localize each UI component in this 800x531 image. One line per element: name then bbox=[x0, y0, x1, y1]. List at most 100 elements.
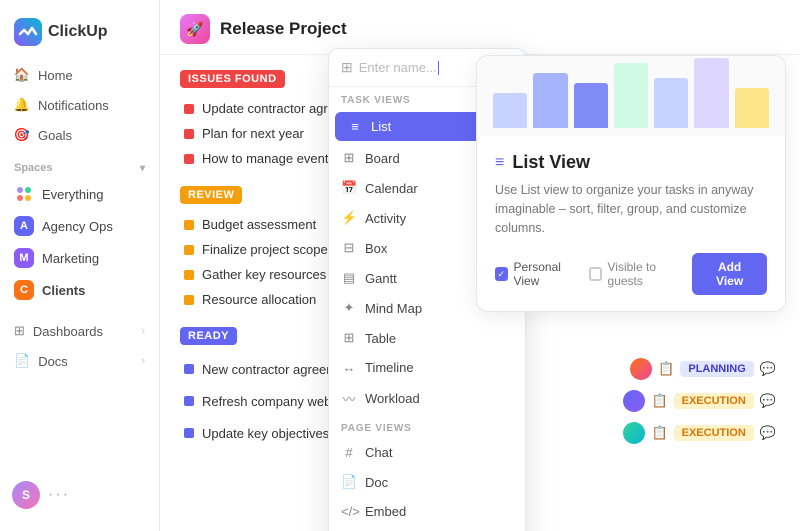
task-text: Gather key resources bbox=[202, 267, 326, 282]
task-status-dot bbox=[184, 295, 194, 305]
task-text: Resource allocation bbox=[202, 292, 316, 307]
view-activity-label: Activity bbox=[365, 211, 406, 226]
task-status-dot bbox=[184, 428, 194, 438]
sidebar-item-agency-ops[interactable]: A Agency Ops bbox=[6, 210, 153, 242]
logo[interactable]: ClickUp bbox=[0, 12, 159, 60]
everything-label: Everything bbox=[42, 187, 103, 202]
project-icon: 🚀 bbox=[180, 14, 210, 44]
sidebar-item-dashboards[interactable]: ⊞ Dashboards › bbox=[6, 316, 153, 346]
sidebar-item-home[interactable]: 🏠 Home bbox=[6, 60, 153, 90]
docs-icon: 📄 bbox=[14, 353, 30, 369]
view-calendar[interactable]: 📅 Calendar bbox=[329, 173, 525, 203]
sidebar-item-marketing[interactable]: M Marketing bbox=[6, 242, 153, 274]
comment-icon: 💬 bbox=[760, 361, 776, 377]
gantt-icon: ▤ bbox=[341, 270, 357, 286]
marketing-label: Marketing bbox=[42, 251, 99, 266]
view-box[interactable]: ⊟ Box bbox=[329, 233, 525, 263]
view-box-label: Box bbox=[365, 241, 387, 256]
everything-icon bbox=[14, 184, 34, 204]
sidebar-item-notifications[interactable]: 🔔 Notifications bbox=[6, 90, 153, 120]
comment-icon: 💬 bbox=[760, 425, 776, 441]
chat-icon: # bbox=[341, 445, 357, 460]
calendar-view-icon: 📅 bbox=[341, 180, 357, 196]
sidebar-item-clients[interactable]: C Clients bbox=[6, 274, 153, 306]
view-doc[interactable]: 📄 Doc bbox=[329, 467, 525, 497]
clients-label: Clients bbox=[42, 283, 85, 298]
task-text: Update contractor agr... bbox=[202, 101, 338, 116]
task-status-dot bbox=[184, 129, 194, 139]
list-icon: ≡ bbox=[347, 119, 363, 134]
view-doc-label: Doc bbox=[365, 475, 388, 490]
view-list[interactable]: ≡ List bbox=[335, 112, 519, 141]
dashboards-icon: ⊞ bbox=[14, 323, 25, 339]
task-status-dot bbox=[184, 270, 194, 280]
dropdown-search-row: ⊞ Enter name... bbox=[329, 49, 525, 87]
view-chat[interactable]: # Chat bbox=[329, 438, 525, 467]
view-workload[interactable]: 〰 Workload bbox=[329, 382, 525, 415]
sidebar-item-home-label: Home bbox=[38, 68, 73, 83]
sidebar-item-notifications-label: Notifications bbox=[38, 98, 109, 113]
view-table-label: Table bbox=[365, 331, 396, 346]
sidebar-footer: S ··· bbox=[0, 471, 159, 519]
view-workload-label: Workload bbox=[365, 391, 420, 406]
chevron-right-icon: › bbox=[141, 325, 145, 337]
task-text: Update key objectives bbox=[202, 426, 329, 441]
task-text: Budget assessment bbox=[202, 217, 316, 232]
embed-icon: </> bbox=[341, 504, 357, 519]
view-activity[interactable]: ⚡ Activity bbox=[329, 203, 525, 233]
spaces-section-header: Spaces ▾ bbox=[0, 150, 159, 178]
task-status-dot bbox=[184, 396, 194, 406]
comment-icon: 💬 bbox=[760, 393, 776, 409]
calendar-icon: 📋 bbox=[658, 361, 674, 377]
sidebar-bottom-nav: ⊞ Dashboards › 📄 Docs › bbox=[0, 316, 159, 376]
view-board[interactable]: ⊞ Board bbox=[329, 143, 525, 173]
main-header: 🚀 Release Project bbox=[160, 0, 800, 55]
spaces-nav: Everything A Agency Ops M Marketing C Cl… bbox=[0, 178, 159, 306]
task-status-dot bbox=[184, 245, 194, 255]
task-status-dot bbox=[184, 154, 194, 164]
board-icon: ⊞ bbox=[341, 150, 357, 166]
view-picker-dropdown[interactable]: ⊞ Enter name... TASK VIEWS ≡ List ⊞ Boar… bbox=[328, 48, 526, 531]
view-calendar-label: Calendar bbox=[365, 181, 418, 196]
agency-ops-label: Agency Ops bbox=[42, 219, 113, 234]
chevron-right-icon-2: › bbox=[141, 355, 145, 367]
sidebar-item-docs[interactable]: 📄 Docs › bbox=[6, 346, 153, 376]
task-views-label: TASK VIEWS bbox=[329, 87, 525, 110]
task-status-dot bbox=[184, 104, 194, 114]
sidebar: ClickUp 🏠 Home 🔔 Notifications 🎯 Goals S… bbox=[0, 0, 160, 531]
sidebar-nav: 🏠 Home 🔔 Notifications 🎯 Goals bbox=[0, 60, 159, 150]
activity-icon: ⚡ bbox=[341, 210, 357, 226]
app-title: ClickUp bbox=[48, 23, 108, 41]
sidebar-item-goals[interactable]: 🎯 Goals bbox=[6, 120, 153, 150]
box-icon: ⊟ bbox=[341, 240, 357, 256]
footer-more-icon[interactable]: ··· bbox=[48, 486, 70, 504]
view-timeline[interactable]: ↔ Timeline bbox=[329, 353, 525, 382]
view-table[interactable]: ⊞ Table bbox=[329, 323, 525, 353]
view-timeline-label: Timeline bbox=[365, 360, 414, 375]
main-content: 🚀 Release Project ISSUES FOUND Update co… bbox=[160, 0, 800, 531]
project-title: Release Project bbox=[220, 19, 347, 39]
dropdown-search-placeholder: Enter name... bbox=[359, 60, 513, 76]
task-status-dot bbox=[184, 220, 194, 230]
clickup-logo-icon bbox=[14, 18, 42, 46]
view-form[interactable]: ✎ Form bbox=[329, 526, 525, 531]
view-chat-label: Chat bbox=[365, 445, 392, 460]
assignee-avatar bbox=[630, 358, 652, 380]
section-ready-header: READY bbox=[180, 327, 237, 345]
clients-avatar: C bbox=[14, 280, 34, 300]
task-badge: EXECUTION bbox=[674, 393, 754, 409]
task-meta: 📋 PLANNING 💬 bbox=[630, 358, 776, 380]
view-gantt[interactable]: ▤ Gantt bbox=[329, 263, 525, 293]
view-board-label: Board bbox=[365, 151, 400, 166]
view-gantt-label: Gantt bbox=[365, 271, 397, 286]
task-status-dot bbox=[184, 364, 194, 374]
user-avatar[interactable]: S bbox=[12, 481, 40, 509]
task-badge: PLANNING bbox=[680, 361, 753, 377]
mindmap-icon: ✦ bbox=[341, 300, 357, 316]
grid-icon: ⊞ bbox=[341, 59, 353, 76]
view-mindmap[interactable]: ✦ Mind Map bbox=[329, 293, 525, 323]
view-list-label: List bbox=[371, 119, 391, 134]
calendar-icon: 📋 bbox=[651, 393, 667, 409]
sidebar-item-everything[interactable]: Everything bbox=[6, 178, 153, 210]
view-embed[interactable]: </> Embed bbox=[329, 497, 525, 526]
